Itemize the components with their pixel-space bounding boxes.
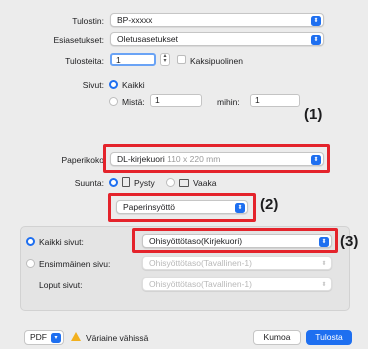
chevron-down-icon: ▾	[51, 332, 61, 343]
printer-value: BP-xxxxx	[117, 15, 153, 25]
cancel-button[interactable]: Kumoa	[253, 330, 301, 345]
pages-from-label: Mistä:	[122, 97, 145, 107]
chevron-updown-icon: ⬍	[235, 202, 245, 213]
copies-input[interactable]: 1	[110, 53, 156, 66]
callout-2: (2)	[260, 196, 279, 213]
paper-size-dims: 110 x 220 mm	[167, 154, 221, 164]
callout-3: (3)	[340, 233, 359, 250]
chevron-updown-icon: ⬍	[311, 154, 321, 165]
remaining-pages-label: Loput sivut:	[39, 280, 83, 290]
pages-from-value: 1	[155, 95, 160, 105]
printer-label: Tulostin:	[72, 16, 104, 26]
remaining-pages-value: Ohisyöttötaso(Tavallinen-1)	[149, 279, 252, 289]
pages-to-input[interactable]: 1	[250, 94, 300, 107]
chevron-updown-icon: ⬍	[311, 34, 321, 45]
pdf-button[interactable]: PDF ▾	[24, 330, 64, 345]
presets-value: Oletusasetukset	[117, 34, 178, 44]
landscape-icon	[179, 179, 189, 187]
cancel-label: Kumoa	[263, 332, 291, 342]
section-menu-popup[interactable]: Paperinsyöttö ⬍	[116, 200, 248, 214]
first-page-label: Ensimmäinen sivu:	[39, 259, 111, 269]
copies-value: 1	[116, 55, 121, 65]
print-label: Tulosta	[315, 332, 343, 342]
orientation-label: Suunta:	[74, 178, 104, 188]
all-pages-radio[interactable]	[26, 237, 35, 246]
portrait-radio[interactable]	[109, 178, 118, 187]
two-sided-checkbox[interactable]	[177, 55, 186, 64]
chevron-updown-icon: ⬍	[311, 15, 321, 26]
pages-all-radio[interactable]	[109, 80, 118, 89]
chevron-updown-icon: ⬍	[321, 281, 327, 288]
first-page-radio[interactable]	[26, 259, 35, 268]
two-sided-label: Kaksipuolinen	[190, 56, 243, 66]
pages-from-input[interactable]: 1	[150, 94, 202, 107]
all-pages-label: Kaikki sivut:	[39, 237, 84, 247]
remaining-pages-popup[interactable]: Ohisyöttötaso(Tavallinen-1) ⬍	[142, 277, 332, 291]
pages-to-label: mihin:	[217, 97, 240, 107]
presets-popup[interactable]: Oletusasetukset ⬍	[110, 32, 324, 46]
callout-1: (1)	[304, 106, 323, 123]
chevron-updown-icon: ⬍	[319, 236, 329, 247]
section-menu-value: Paperinsyöttö	[123, 202, 175, 212]
first-page-value: Ohisyöttötaso(Tavallinen-1)	[149, 258, 252, 268]
all-pages-popup[interactable]: Ohisyöttötaso(Kirjekuori) ⬍	[142, 234, 332, 248]
portrait-icon	[122, 177, 130, 187]
portrait-label: Pysty	[134, 178, 155, 188]
paper-size-popup[interactable]: DL-kirjekuori 110 x 220 mm ⬍	[110, 152, 324, 166]
paper-size-value: DL-kirjekuori	[117, 154, 165, 164]
copies-stepper[interactable]: ▴ ▾	[160, 53, 170, 66]
landscape-radio[interactable]	[166, 178, 175, 187]
printer-popup[interactable]: BP-xxxxx ⬍	[110, 13, 324, 27]
pages-to-value: 1	[255, 95, 260, 105]
presets-label: Esiasetukset:	[53, 35, 104, 45]
first-page-popup[interactable]: Ohisyöttötaso(Tavallinen-1) ⬍	[142, 256, 332, 270]
pages-label: Sivut:	[82, 80, 104, 90]
warning-text: Väriaine vähissä	[86, 333, 149, 343]
pages-all-label: Kaikki	[122, 80, 145, 90]
chevron-updown-icon: ⬍	[321, 260, 327, 267]
copies-label: Tulosteita:	[65, 56, 104, 66]
print-button[interactable]: Tulosta	[306, 330, 352, 345]
pages-range-radio[interactable]	[109, 97, 118, 106]
paper-size-label: Paperikoko	[61, 155, 104, 165]
all-pages-value: Ohisyöttötaso(Kirjekuori)	[149, 236, 243, 246]
landscape-label: Vaaka	[193, 178, 217, 188]
warning-icon	[71, 332, 81, 341]
pdf-label: PDF	[30, 332, 47, 342]
